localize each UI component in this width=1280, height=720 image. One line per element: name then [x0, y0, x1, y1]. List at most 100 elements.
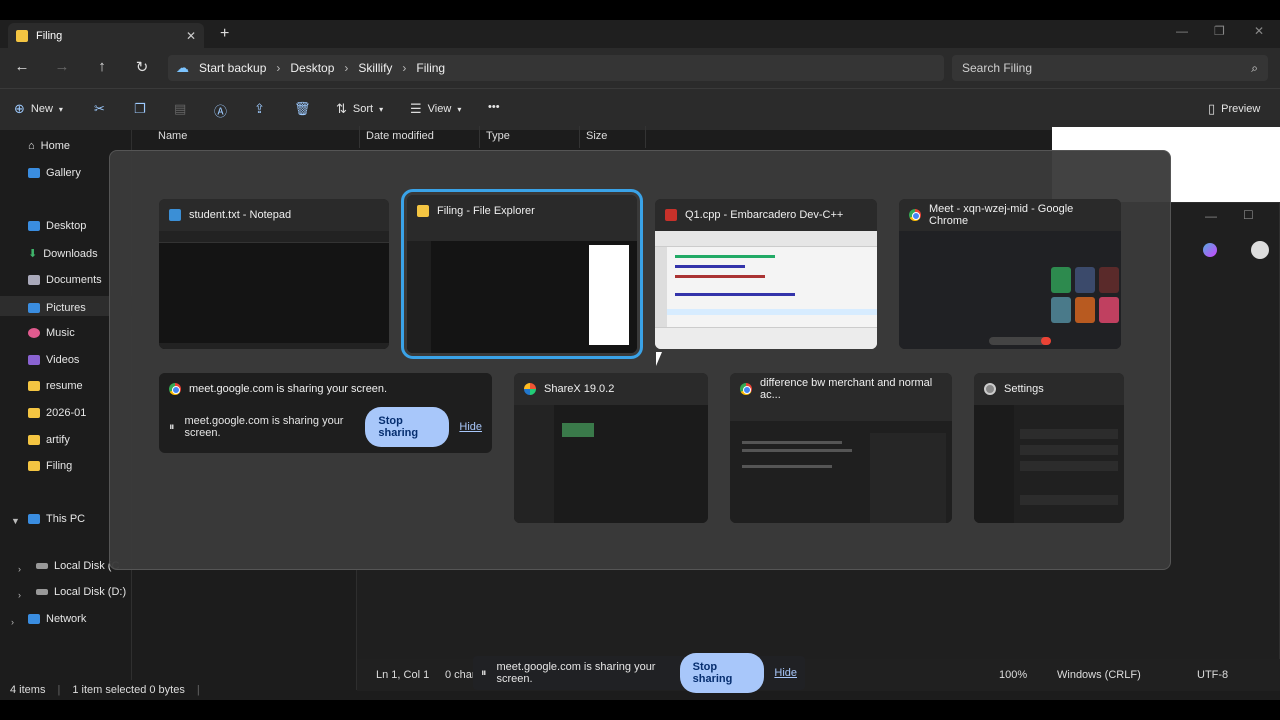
sidebar-label: Documents: [46, 274, 102, 286]
sidebar-item-desktop[interactable]: Desktop: [28, 220, 86, 232]
view-label: View: [427, 103, 452, 115]
new-button[interactable]: ⊕ New ▾: [14, 101, 63, 117]
more-options-button[interactable]: •••: [488, 101, 500, 113]
sidebar-item-local-disk-c[interactable]: Local Disk (C: [36, 560, 119, 572]
divider: |: [196, 684, 200, 696]
sidebar-label: Videos: [46, 354, 80, 366]
window-card-sharex[interactable]: ShareX 19.0.2: [514, 373, 708, 523]
refresh-icon[interactable]: ↻: [132, 58, 152, 76]
close-window-icon[interactable]: ✕: [1254, 24, 1264, 38]
column-size[interactable]: Size: [580, 126, 646, 148]
close-tab-icon[interactable]: ✕: [186, 29, 196, 43]
sidebar-item-music[interactable]: Music: [28, 327, 75, 339]
hide-link[interactable]: Hide: [459, 421, 482, 433]
chevron-down-icon[interactable]: ▼: [11, 516, 20, 526]
view-button[interactable]: ☰ View ▾: [410, 101, 461, 117]
window-thumbnail: [159, 231, 389, 349]
desktop-icon: [28, 221, 40, 231]
paste-button[interactable]: ▤: [174, 101, 186, 117]
stop-sharing-button[interactable]: Stop sharing: [365, 407, 450, 447]
encoding[interactable]: UTF-8: [1197, 669, 1228, 681]
chevron-right-icon: ›: [344, 61, 349, 75]
line-ending[interactable]: Windows (CRLF): [1057, 669, 1141, 681]
sidebar-item-downloads[interactable]: ⬇ Downloads: [28, 247, 98, 261]
column-headers: Name Date modified Type Size: [132, 126, 1052, 148]
chevron-right-icon[interactable]: ›: [11, 617, 14, 627]
sharing-message: meet.google.com is sharing your screen.: [496, 661, 656, 685]
scissors-icon: ✂: [94, 101, 105, 116]
sidebar-item-home[interactable]: ⌂ Home: [28, 140, 70, 152]
card-title: Q1.cpp - Embarcadero Dev-C++: [685, 209, 844, 221]
sidebar-item-filing[interactable]: Filing: [28, 460, 72, 472]
sidebar-item-local-disk-d[interactable]: Local Disk (D:): [36, 586, 126, 598]
char-count: 0 char: [445, 669, 476, 681]
sidebar-item-resume[interactable]: resume: [28, 380, 83, 392]
folder-icon: [28, 435, 40, 445]
title-bar: Filing ✕ + — ❐ ✕: [0, 20, 1280, 48]
breadcrumb-skillify[interactable]: Skillify: [358, 61, 392, 75]
column-date-modified[interactable]: Date modified: [360, 126, 480, 148]
chevron-right-icon: ›: [402, 61, 407, 75]
sidebar-item-videos[interactable]: Videos: [28, 354, 79, 366]
breadcrumb-desktop[interactable]: Desktop: [290, 61, 334, 75]
chevron-down-icon: ▾: [379, 104, 384, 114]
sidebar-label: artify: [46, 434, 70, 446]
videos-icon: [28, 355, 40, 365]
card-title: ShareX 19.0.2: [544, 383, 615, 395]
home-icon: ⌂: [28, 140, 35, 152]
back-icon[interactable]: ←: [12, 58, 32, 75]
sidebar-item-documents[interactable]: Documents: [28, 274, 102, 286]
zoom-level[interactable]: 100%: [999, 669, 1027, 681]
sharex-icon: [524, 383, 536, 395]
window-card-file-explorer[interactable]: Filing - File Explorer: [401, 189, 643, 359]
window-card-settings[interactable]: Settings: [974, 373, 1124, 523]
search-input[interactable]: Search Filing ⌕: [952, 55, 1268, 81]
hide-link[interactable]: Hide: [774, 667, 797, 679]
up-icon[interactable]: ↑: [92, 58, 112, 75]
sort-button[interactable]: ⇅ Sort ▾: [336, 101, 383, 117]
sidebar-item-this-pc[interactable]: This PC: [28, 513, 85, 525]
preview-button[interactable]: ▯ Preview: [1208, 101, 1260, 117]
sidebar-item-gallery[interactable]: Gallery: [28, 167, 81, 179]
chevron-right-icon[interactable]: ›: [18, 590, 21, 600]
sidebar-label: Local Disk (D:): [54, 586, 127, 598]
preview-label: Preview: [1221, 103, 1261, 115]
window-card-notepad[interactable]: student.txt - Notepad: [159, 199, 389, 349]
breadcrumb-filing[interactable]: Filing: [416, 61, 445, 75]
sidebar-item-artify[interactable]: artify: [28, 434, 70, 446]
copy-button[interactable]: ❐: [134, 101, 146, 117]
folder-icon: [28, 381, 40, 391]
chevron-right-icon[interactable]: ›: [18, 564, 21, 574]
rename-button[interactable]: Ⓐ: [214, 101, 227, 120]
window-card-dev-cpp[interactable]: Q1.cpp - Embarcadero Dev-C++: [655, 199, 877, 349]
breadcrumb-start-backup[interactable]: Start backup: [199, 61, 266, 75]
minimize-icon[interactable]: —: [1205, 209, 1217, 223]
delete-button[interactable]: 🗑: [294, 101, 311, 117]
sidebar-item-2026-01[interactable]: 2026-01: [28, 407, 86, 419]
sidebar-label: 2026-01: [46, 407, 87, 419]
tab-filing[interactable]: Filing ✕: [8, 23, 204, 48]
window-card-sharing-banner[interactable]: meet.google.com is sharing your screen. …: [159, 373, 492, 453]
avatar[interactable]: [1251, 241, 1269, 259]
folder-icon: [16, 29, 28, 42]
forward-icon[interactable]: →: [52, 58, 72, 75]
address-bar[interactable]: ☁ Start backup › Desktop › Skillify › Fi…: [168, 55, 944, 81]
search-placeholder: Search Filing: [962, 61, 1033, 75]
tab-title: Filing: [36, 29, 63, 42]
minimize-icon[interactable]: —: [1176, 24, 1188, 38]
cut-button[interactable]: ✂: [94, 101, 105, 117]
window-card-chrome-search[interactable]: difference bw merchant and normal ac...: [730, 373, 952, 523]
window-card-meet[interactable]: Meet - xqn-wzej-mid - Google Chrome: [899, 199, 1121, 349]
sharing-bar-preview: ⏸ meet.google.com is sharing your screen…: [159, 405, 492, 449]
restore-icon[interactable]: ❐: [1214, 24, 1225, 38]
sidebar-label: resume: [46, 380, 83, 392]
column-type[interactable]: Type: [480, 126, 580, 148]
column-name[interactable]: Name: [132, 126, 360, 148]
share-button[interactable]: ⇪: [254, 101, 265, 117]
copilot-icon[interactable]: [1203, 243, 1217, 257]
maximize-icon[interactable]: ☐: [1243, 208, 1254, 222]
sidebar-item-network[interactable]: Network: [28, 613, 86, 625]
stop-sharing-button[interactable]: Stop sharing: [679, 653, 765, 693]
copy-icon: ❐: [134, 101, 146, 116]
new-tab-button[interactable]: +: [220, 25, 229, 43]
